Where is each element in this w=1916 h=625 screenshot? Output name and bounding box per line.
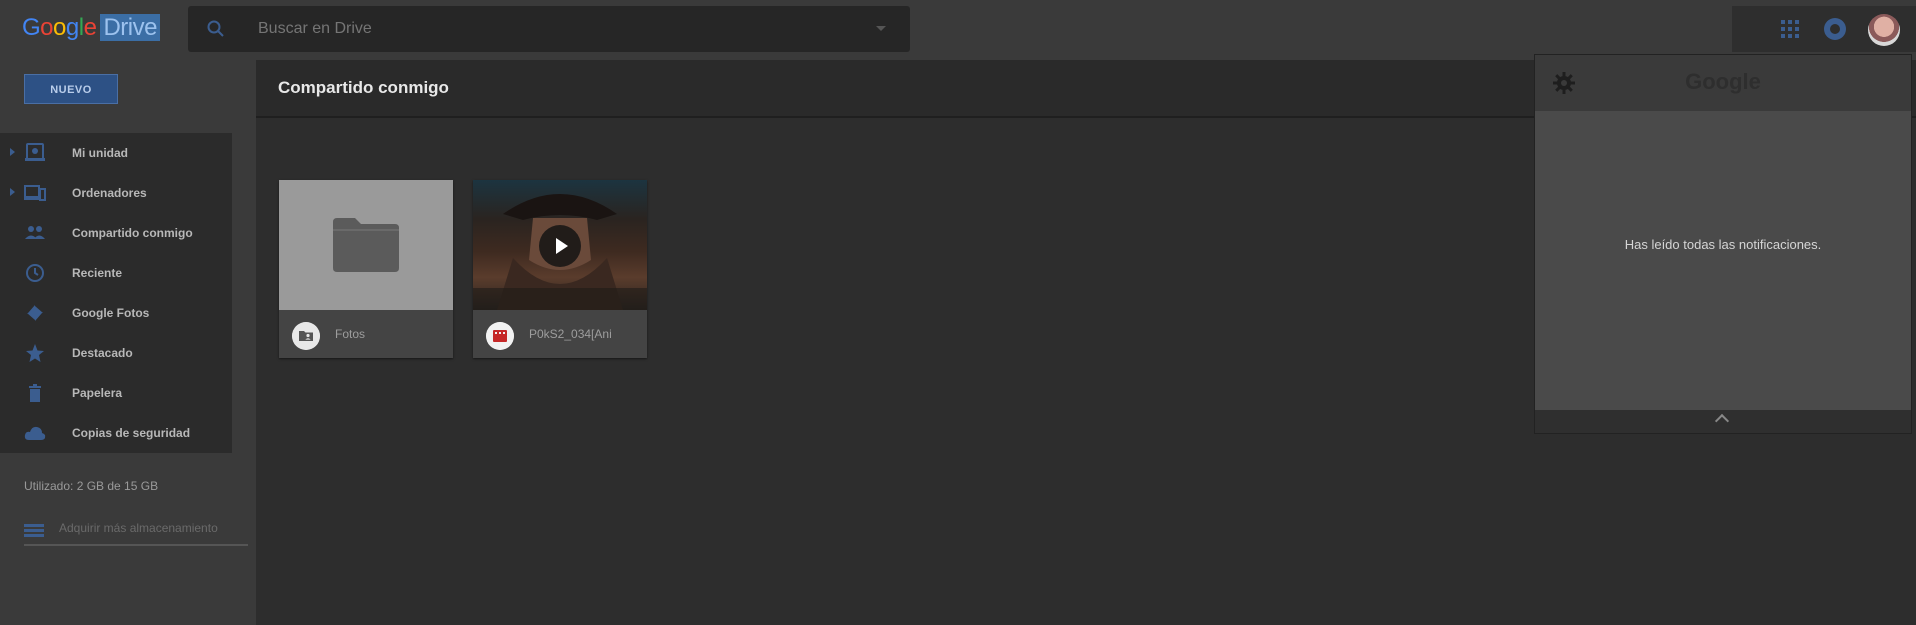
- shared-folder-icon: [292, 322, 320, 350]
- sidebar-item-papelera[interactable]: Papelera: [0, 373, 232, 413]
- sidebar-item-copias-de-seguridad[interactable]: Copias de seguridad: [0, 413, 232, 453]
- sidebar-item-ordenadores[interactable]: Ordenadores: [0, 173, 232, 213]
- new-button[interactable]: NUEVO: [24, 74, 118, 104]
- avatar[interactable]: [1868, 14, 1900, 46]
- file-card-video[interactable]: P0kS2_034[Ani: [473, 180, 647, 358]
- sidebar-item-reciente[interactable]: Reciente: [0, 253, 232, 293]
- star-icon: [26, 344, 44, 362]
- drive-icon: [25, 143, 45, 161]
- trash-icon: [29, 384, 41, 402]
- computers-icon: [24, 185, 46, 201]
- search-icon[interactable]: [206, 19, 226, 39]
- sidebar-item-label: Reciente: [72, 266, 123, 280]
- notifications-brand: Google: [1685, 69, 1761, 94]
- notifications-empty-message: Has leído todas las notificaciones.: [1624, 237, 1822, 252]
- sidebar-item-compartido-conmigo[interactable]: Compartido conmigo: [0, 213, 232, 253]
- buy-storage-link[interactable]: Adquirir más almacenamiento: [24, 518, 248, 546]
- notifications-panel: Google Has leído todas las notificacione…: [1534, 54, 1912, 434]
- video-file-icon: [486, 322, 514, 350]
- collapse-panel-button[interactable]: [1535, 410, 1911, 433]
- cloud-icon: [24, 426, 46, 440]
- file-name: P0kS2_034[Ani: [529, 327, 612, 341]
- logo-product-name: Drive: [100, 14, 160, 41]
- page-title: Compartido conmigo: [278, 78, 449, 97]
- sidebar-item-label: Destacado: [72, 346, 133, 360]
- file-card-fotos[interactable]: Fotos: [279, 180, 453, 358]
- folder-thumbnail: [279, 180, 453, 310]
- google-drive-logo[interactable]: Google Drive: [22, 14, 160, 42]
- sidebar-item-label: Ordenadores: [72, 186, 147, 200]
- sidebar-item-destacado[interactable]: Destacado: [0, 333, 232, 373]
- sidebar-item-label: Copias de seguridad: [72, 426, 191, 440]
- file-name: Fotos: [335, 327, 366, 341]
- card-footer: P0kS2_034[Ani: [473, 310, 647, 358]
- apps-grid-icon[interactable]: [1781, 20, 1799, 38]
- sidebar-item-label: Google Fotos: [72, 306, 150, 320]
- expand-arrow-icon[interactable]: [10, 188, 15, 196]
- sidebar-item-label: Compartido conmigo: [72, 226, 193, 240]
- chevron-up-icon: [1714, 413, 1730, 429]
- sidebar-item-mi-unidad[interactable]: Mi unidad: [0, 133, 232, 173]
- card-footer: Fotos: [279, 310, 453, 358]
- search-options-icon[interactable]: [876, 26, 886, 31]
- folder-icon: [333, 218, 399, 272]
- sidebar-item-label: Papelera: [72, 386, 123, 400]
- search-bar: [188, 6, 910, 52]
- shared-icon: [25, 226, 45, 239]
- storage-usage: Utilizado: 2 GB de 15 GB: [24, 479, 159, 493]
- clock-icon: [26, 264, 44, 282]
- video-thumbnail: [473, 180, 647, 310]
- play-icon[interactable]: [539, 225, 581, 267]
- buy-storage-label: Adquirir más almacenamiento: [59, 521, 218, 535]
- expand-arrow-icon[interactable]: [10, 148, 15, 156]
- sidebar-nav: Mi unidad Ordenadores Compartido conmigo…: [0, 133, 232, 453]
- notifications-header: Google: [1535, 55, 1911, 111]
- sidebar-item-label: Mi unidad: [72, 146, 128, 160]
- sidebar-item-google-fotos[interactable]: Google Fotos: [0, 293, 232, 333]
- search-input[interactable]: [258, 6, 818, 52]
- storage-icon: [24, 524, 44, 537]
- photos-icon: [27, 305, 43, 321]
- notifications-icon[interactable]: [1824, 18, 1846, 40]
